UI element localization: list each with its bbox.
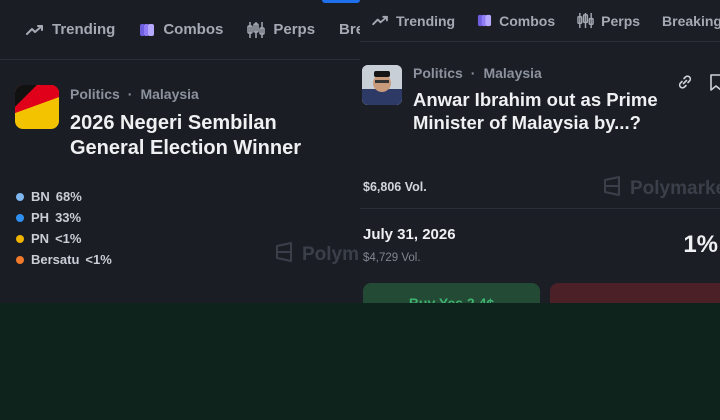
trending-icon — [372, 15, 389, 26]
polymarket-watermark: Polymarke — [602, 176, 720, 202]
nav-combos-label: Combos — [499, 12, 556, 29]
nav-trending-label: Trending — [396, 12, 456, 29]
candlestick-icon — [247, 21, 266, 39]
market-title[interactable]: 2026 Negeri Sembilan General Election Wi… — [70, 111, 350, 162]
breadcrumb: Politics · Malaysia — [413, 65, 542, 81]
breadcrumb-separator: · — [127, 86, 133, 102]
watermark-text: Polymarke — [630, 178, 720, 199]
outcome-list: BN 68% PH 33% PN <1% Bersatu <1% — [16, 186, 112, 270]
outcome-name: PN — [31, 231, 50, 246]
nav-trending-label: Trending — [52, 21, 116, 38]
buy-yes-button[interactable]: Buy Yes 2.4¢ — [363, 283, 540, 303]
polymarket-logo-icon — [274, 242, 294, 268]
nav-combos[interactable]: Combos — [139, 21, 223, 38]
nav-perps-label: Perps — [601, 12, 641, 29]
outcome-value: 33% — [55, 210, 82, 225]
outcome-dot — [16, 192, 24, 201]
bookmark-icon[interactable] — [709, 74, 720, 96]
outcome-percent: 1% — [683, 231, 718, 258]
nav-breaking[interactable]: Breal — [339, 21, 360, 38]
buy-no-button[interactable] — [550, 283, 720, 303]
breadcrumb-category[interactable]: Politics — [413, 65, 463, 81]
polymarket-logo-icon — [602, 176, 622, 202]
outcome-name: PH — [31, 210, 50, 225]
outcome-name: BN — [31, 189, 50, 204]
nav-combos[interactable]: Combos — [477, 13, 555, 29]
nav-trending[interactable]: Trending — [26, 21, 115, 38]
polymarket-watermark: Polym — [274, 242, 359, 268]
nav-perps-label: Perps — [273, 21, 316, 38]
outcome-item[interactable]: PH 33% — [16, 207, 112, 228]
outcome-item[interactable]: Bersatu <1% — [16, 249, 112, 270]
outcome-value: <1% — [85, 252, 112, 267]
breadcrumb-region[interactable]: Malaysia — [483, 65, 541, 81]
outcome-item[interactable]: PN <1% — [16, 228, 112, 249]
top-nav: Trending Combos Perps Breal — [0, 0, 360, 60]
breadcrumb-region[interactable]: Malaysia — [140, 86, 198, 102]
breadcrumb-separator: · — [470, 65, 476, 81]
nav-breaking-label: Breaking — [662, 12, 720, 29]
outcome-name: Bersatu — [31, 252, 80, 267]
outcome-value: 68% — [55, 189, 82, 204]
top-nav: Trending Combos Perps Breaking — [360, 0, 720, 42]
outcome-date: July 31, 2026 — [363, 226, 456, 243]
avatar — [362, 65, 402, 105]
market-title[interactable]: Anwar Ibrahim out as Prime Minister of M… — [413, 88, 673, 135]
negeri-sembilan-flag-icon — [15, 85, 59, 129]
right-market-panel: Trending Combos Perps Breaking Politics … — [360, 0, 720, 303]
outcome-dot — [16, 234, 24, 243]
background-area — [0, 303, 720, 420]
link-icon[interactable] — [677, 74, 693, 95]
combos-icon — [139, 22, 155, 38]
candlestick-icon — [577, 12, 594, 29]
market-volume: $6,806 Vol. — [363, 180, 427, 194]
left-market-panel: Trending Combos Perps Breal Politics · — [0, 0, 360, 303]
nav-trending[interactable]: Trending — [372, 13, 455, 29]
outcome-item[interactable]: BN 68% — [16, 186, 112, 207]
outcome-volume: $4,729 Vol. — [363, 252, 421, 264]
nav-breaking-label: Breal — [339, 21, 360, 38]
outcome-dot — [16, 213, 24, 222]
outcome-dot — [16, 255, 24, 264]
nav-breaking[interactable]: Breaking — [662, 13, 720, 29]
breadcrumb-category[interactable]: Politics — [70, 86, 120, 102]
combos-icon — [477, 13, 492, 28]
trending-icon — [26, 24, 44, 36]
breadcrumb: Politics · Malaysia — [70, 86, 199, 102]
nav-combos-label: Combos — [163, 21, 224, 38]
nav-perps[interactable]: Perps — [577, 12, 640, 29]
outcome-value: <1% — [55, 231, 82, 246]
nav-perps[interactable]: Perps — [247, 21, 315, 39]
divider — [360, 208, 720, 209]
watermark-text: Polym — [302, 244, 360, 265]
